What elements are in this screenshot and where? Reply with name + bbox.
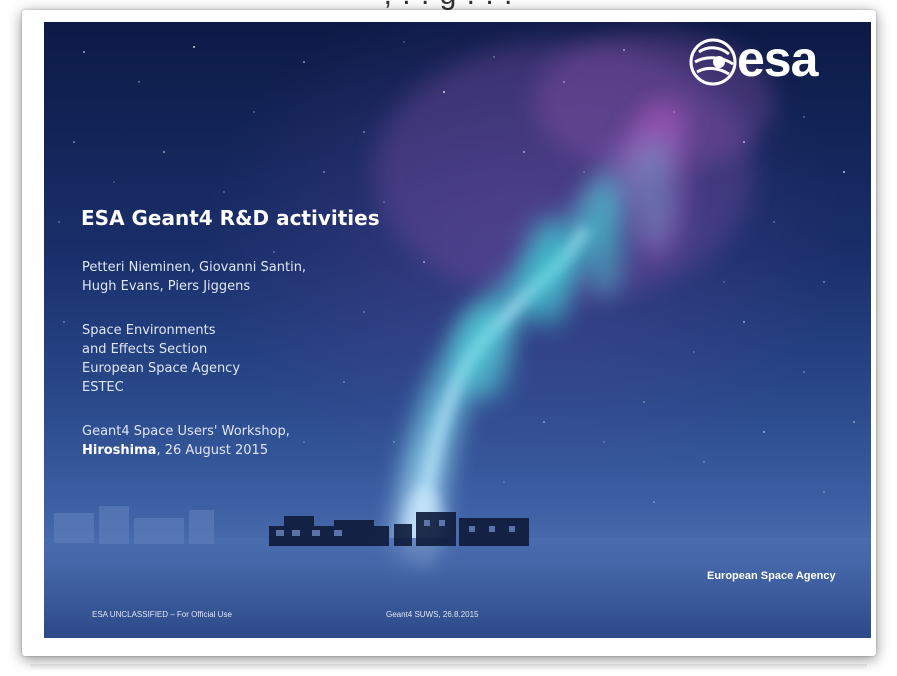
event-city: Hiroshima — [82, 443, 157, 458]
esa-logo-icon — [689, 38, 737, 86]
esa-logo-wordmark: esa — [737, 31, 818, 87]
authors-line-2: Hugh Evans, Piers Jiggens — [82, 279, 251, 294]
esa-logo: esa — [689, 31, 839, 92]
affiliation-line-4: ESTEC — [82, 380, 124, 395]
event-date: , 26 August 2015 — [156, 443, 269, 458]
page-shadow — [30, 664, 867, 670]
affiliation-line-2: and Effects Section — [82, 342, 208, 357]
agency-label: European Space Agency — [707, 570, 836, 582]
affiliation-line-1: Space Environments — [82, 323, 216, 338]
affiliation-line-3: European Space Agency — [82, 361, 241, 376]
event-line-2: Hiroshima, 26 August 2015 — [82, 443, 268, 458]
slide-title: ESA Geant4 R&D activities — [81, 206, 380, 230]
slide: esa ESA Geant4 R&D activities Petteri Ni… — [44, 22, 871, 638]
event-line-1: Geant4 Space Users' Workshop, — [82, 424, 290, 439]
footer-event: Geant4 SUWS, 26.8.2015 — [386, 610, 479, 619]
authors-line-1: Petteri Nieminen, Giovanni Santin, — [82, 260, 307, 275]
footer-classification: ESA UNCLASSIFIED – For Official Use — [92, 610, 232, 619]
